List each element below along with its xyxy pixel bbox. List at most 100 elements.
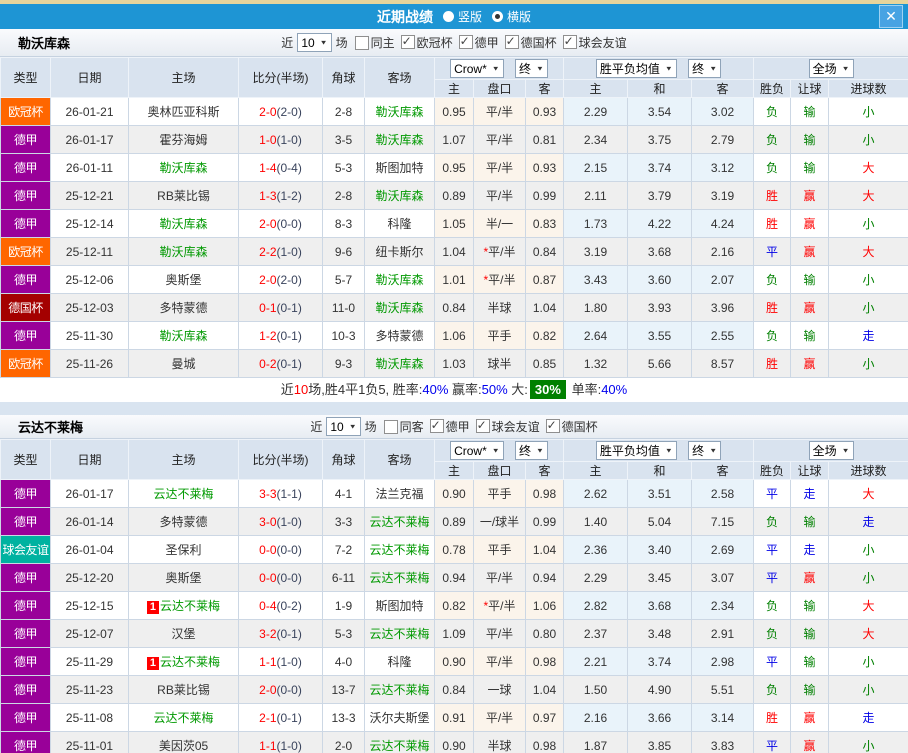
result-goals: 大 xyxy=(828,479,908,508)
avg-final-select[interactable]: 终 ▼ xyxy=(688,441,722,460)
away-team-name: 斯图加特 xyxy=(375,599,424,613)
odds-final-select[interactable]: 终 ▼ xyxy=(515,58,548,78)
fulltime-score: 0-1 xyxy=(259,300,277,315)
odds-home-water: 0.90 xyxy=(434,479,474,508)
away-team-name: 科隆 xyxy=(387,217,412,231)
bremen-matches-table: 类型 日期 主场 比分(半场) 角球 客场 Crow* ▼ 终 ▼ 胜平负均值 ▼ 终… xyxy=(0,439,908,753)
league-checkbox[interactable] xyxy=(562,34,577,49)
col-handicap: 盘口 xyxy=(473,79,526,98)
match-date: 25-12-03 xyxy=(50,293,129,322)
same-venue-checkbox[interactable] xyxy=(383,419,398,434)
summary-segment: 50% xyxy=(481,382,508,397)
league-badge: 德甲 xyxy=(0,563,51,592)
league-badge: 德甲 xyxy=(0,209,51,238)
avg-away-odds: 2.07 xyxy=(690,265,755,294)
match-date: 26-01-17 xyxy=(50,125,129,154)
home-team-name: 奥斯堡 xyxy=(165,273,202,287)
match-date: 26-01-14 xyxy=(50,507,129,536)
bookmaker-select[interactable]: Crow* ▼ xyxy=(450,59,504,79)
vertical-layout-radio[interactable] xyxy=(442,11,454,22)
avg-away-odds: 2.55 xyxy=(690,321,755,350)
fulltime-score: 0-0 xyxy=(259,570,277,585)
home-team: 勒沃库森 xyxy=(128,237,239,266)
match-row: 德甲 25-11-01 美因茨05 1-1(1-0) 2-0 云达不莱梅 0.90 半球 0.9… xyxy=(0,731,908,753)
col-avg-away: 客 xyxy=(690,79,755,98)
avg-final-select[interactable]: 终 ▼ xyxy=(688,59,722,78)
vertical-layout-label: 竖版 xyxy=(457,10,482,24)
same-venue-checkbox[interactable] xyxy=(354,35,369,50)
odds-home-water: 0.82 xyxy=(434,591,474,620)
match-date: 26-01-21 xyxy=(50,97,129,126)
scope-select[interactable]: 全场 ▼ xyxy=(808,59,854,78)
league-badge: 德甲 xyxy=(0,703,51,732)
league-badge: 德甲 xyxy=(0,265,51,294)
league-checkbox[interactable] xyxy=(458,34,473,49)
score: 0-1(0-1) xyxy=(238,293,323,322)
handicap-line: 平/半 xyxy=(473,153,526,182)
home-team: 奥林匹亚科斯 xyxy=(128,97,239,126)
league-checkbox[interactable] xyxy=(400,34,415,49)
away-team-name: 勒沃库森 xyxy=(375,301,424,315)
odds-home-water: 1.03 xyxy=(434,349,474,378)
matches-label: 场 xyxy=(335,36,348,50)
away-team-name: 勒沃库森 xyxy=(375,189,424,203)
bookmaker-select[interactable]: Crow* ▼ xyxy=(450,441,504,461)
result-goals: 小 xyxy=(828,563,908,592)
result-handicap: 输 xyxy=(790,321,830,350)
away-team-name: 勒沃库森 xyxy=(375,133,424,147)
avg-away-odds: 3.07 xyxy=(690,563,755,592)
corner-count: 2-8 xyxy=(322,181,365,210)
league-checkbox[interactable] xyxy=(429,418,444,433)
match-date: 25-11-30 xyxy=(50,321,129,350)
result-wdl: 负 xyxy=(753,321,792,350)
score: 3-0(1-0) xyxy=(238,507,323,536)
away-team-name: 纽卡斯尔 xyxy=(375,245,424,259)
horizontal-layout-radio[interactable] xyxy=(492,11,503,22)
league-checkbox[interactable] xyxy=(545,418,560,433)
col-result-goals: 进球数 xyxy=(828,461,908,480)
odds-away-water: 0.98 xyxy=(525,479,564,508)
avg-odds-select[interactable]: 胜平负均值 ▼ xyxy=(595,441,677,460)
away-team: 斯图加特 xyxy=(364,591,435,620)
result-wdl: 负 xyxy=(753,153,792,182)
title-bar: 近期战绩 竖版 横版 ✕ xyxy=(0,4,908,29)
result-goals: 走 xyxy=(828,703,908,732)
match-row: 德甲 25-12-06 奥斯堡 2-0(2-0) 5-7 勒沃库森 1.01 *平/半 0.87… xyxy=(0,265,908,294)
odds-home-water: 1.07 xyxy=(434,125,474,154)
halftime-score: (0-2) xyxy=(276,598,302,613)
match-row: 欧冠杯 25-12-11 勒沃库森 2-2(1-0) 9-6 纽卡斯尔 1.04 *平/半 0.… xyxy=(0,237,908,266)
result-wdl: 平 xyxy=(753,647,792,676)
avg-home-odds: 2.11 xyxy=(563,181,628,210)
match-row: 德甲 26-01-17 云达不莱梅 3-3(1-1) 4-1 法兰克福 0.90 平手 0.98… xyxy=(0,479,908,508)
halftime-score: (0-0) xyxy=(276,542,302,557)
home-team-name: 勒沃库森 xyxy=(159,245,208,259)
result-wdl: 平 xyxy=(753,535,792,564)
match-row: 德甲 25-11-23 RB莱比锡 2-0(0-0) 13-7 云达不莱梅 0.84 一球 1.… xyxy=(0,675,908,704)
fulltime-score: 2-0 xyxy=(259,682,277,697)
handicap-line: 平/半 xyxy=(473,703,526,732)
odds-away-water: 0.93 xyxy=(525,97,564,126)
avg-draw-odds: 3.85 xyxy=(627,731,692,753)
avg-home-odds: 2.34 xyxy=(563,125,628,154)
league-checkbox[interactable] xyxy=(475,418,490,433)
livebet-marker-icon: 1 xyxy=(146,601,160,614)
halftime-score: (0-1) xyxy=(276,328,302,343)
league-checkbox[interactable] xyxy=(504,34,519,49)
odds-final-select[interactable]: 终 ▼ xyxy=(515,440,548,460)
result-wdl: 平 xyxy=(753,237,792,266)
fulltime-score: 1-3 xyxy=(259,188,277,203)
away-team: 科隆 xyxy=(364,647,435,676)
avg-home-odds: 2.36 xyxy=(563,535,628,564)
result-goals: 大 xyxy=(828,619,908,648)
avg-away-odds: 8.57 xyxy=(690,349,755,378)
match-date: 25-11-01 xyxy=(50,731,129,753)
close-icon[interactable]: ✕ xyxy=(879,5,903,28)
match-count-select[interactable]: 10 ▼ xyxy=(326,417,361,436)
avg-draw-odds: 3.51 xyxy=(627,479,692,508)
away-team: 云达不莱梅 xyxy=(364,507,435,536)
avg-odds-select[interactable]: 胜平负均值 ▼ xyxy=(595,59,677,78)
league-badge: 欧冠杯 xyxy=(0,349,51,378)
match-count-select[interactable]: 10 ▼ xyxy=(297,33,332,52)
away-team-name: 云达不莱梅 xyxy=(369,627,430,641)
scope-select[interactable]: 全场 ▼ xyxy=(808,441,854,460)
